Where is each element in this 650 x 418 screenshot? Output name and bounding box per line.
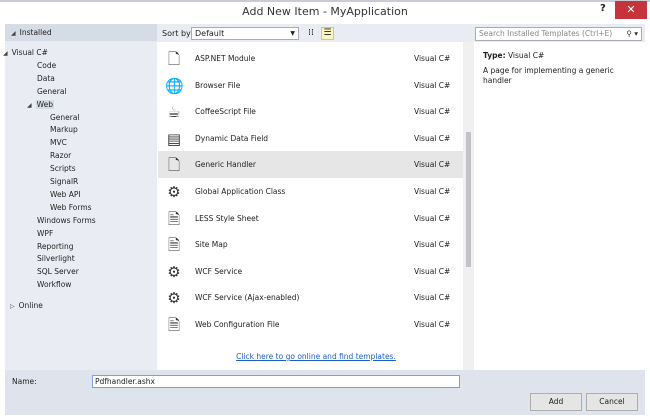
wcf-service-icon: ⚙ <box>167 262 181 281</box>
name-field[interactable]: Pdfhandler.ashx <box>92 375 460 388</box>
gear-file-icon: ⚙ <box>167 183 181 201</box>
online-templates-link[interactable]: Click here to go online and find templat… <box>158 352 474 361</box>
sort-dropdown[interactable]: Default ▼ <box>191 27 299 40</box>
coffee-cup-icon: ☕ <box>167 103 181 122</box>
tree-item[interactable]: ◢ Web <box>27 98 54 111</box>
tree-item[interactable]: Code <box>37 59 56 72</box>
name-label: Name: <box>12 377 37 386</box>
template-row[interactable]: ▤ Dynamic Data Field Visual C# <box>158 125 463 152</box>
tree-item[interactable]: General <box>37 85 67 98</box>
template-row[interactable]: 🗎 Web Configuration File Visual C# <box>158 311 463 338</box>
chevron-down-icon: ▼ <box>290 30 295 37</box>
tree-item[interactable]: WPF <box>37 227 53 240</box>
template-tree <box>5 24 157 370</box>
search-icon: ⚲ ▾ <box>626 29 638 38</box>
template-row[interactable]: 🗋 Generic Handler Visual C# <box>158 151 463 179</box>
tree-item[interactable]: Web Forms <box>50 201 92 214</box>
tree-item[interactable]: Workflow <box>37 278 71 291</box>
tree-item[interactable]: Silverlight <box>37 252 75 265</box>
list-view-icon[interactable]: ☰ <box>321 27 334 40</box>
tree-item[interactable]: MVC <box>50 136 67 149</box>
details-pane <box>475 42 645 370</box>
sort-label: Sort by: <box>162 29 193 38</box>
tree-installed-header[interactable]: ◢ Installed <box>5 24 157 41</box>
tree-item[interactable]: Windows Forms <box>37 214 96 227</box>
template-list: 🗋 ASP.NET Module Visual C# 🌐 Browser File Vis… <box>158 42 463 370</box>
tree-item[interactable]: General <box>50 111 80 124</box>
collapse-triangle-icon: ◢ <box>11 30 16 37</box>
template-type: Type: Visual C# <box>483 51 545 60</box>
add-button[interactable]: Add <box>530 393 582 411</box>
window-title: Add New Item - MyApplication <box>242 5 408 18</box>
scrollbar-thumb[interactable] <box>466 132 471 267</box>
stylesheet-icon: 🗎 <box>167 209 181 228</box>
close-button[interactable]: ✕ <box>615 1 647 19</box>
tree-online[interactable]: ▷ Online <box>10 299 43 312</box>
template-row[interactable]: 🗎 Site Map Visual C# <box>158 231 463 258</box>
tree-item[interactable]: Scripts <box>50 162 76 175</box>
template-row[interactable]: 🗋 ASP.NET Module Visual C# <box>158 45 463 72</box>
cancel-button[interactable]: Cancel <box>586 393 638 411</box>
tree-item[interactable]: Razor <box>50 149 71 162</box>
help-button[interactable]: ? <box>600 3 606 14</box>
template-row[interactable]: ⚙ WCF Service (Ajax-enabled) Visual C# <box>158 284 463 311</box>
tree-item[interactable]: ◢ Visual C# <box>3 46 48 59</box>
template-row[interactable]: 🌐 Browser File Visual C# <box>158 72 463 99</box>
tree-item[interactable]: SignalR <box>50 175 78 188</box>
collapse-triangle-icon: ◢ <box>27 101 32 109</box>
tree-item[interactable]: SQL Server <box>37 265 79 278</box>
tree-item[interactable]: Web API <box>50 188 81 201</box>
wcf-ajax-icon: ⚙ <box>167 289 181 308</box>
grid-view-icon[interactable]: ⁞⁞ <box>305 27 317 40</box>
expand-triangle-icon: ▷ <box>10 303 15 310</box>
data-field-icon: ▤ <box>166 129 182 148</box>
tree-item[interactable]: Markup <box>50 123 78 136</box>
config-file-icon: 🗎 <box>167 316 181 334</box>
template-row[interactable]: 🗎 LESS Style Sheet Visual C# <box>158 205 463 232</box>
tree-item[interactable]: Reporting <box>37 240 73 253</box>
template-description: A page for implementing a generic handle… <box>483 66 614 85</box>
globe-icon: 🌐 <box>165 76 184 95</box>
template-row[interactable]: ☕ CoffeeScript File Visual C# <box>158 98 463 125</box>
tree-item[interactable]: Data <box>37 72 55 85</box>
template-row[interactable]: ⚙ WCF Service Visual C# <box>158 258 463 285</box>
template-row[interactable]: ⚙ Global Application Class Visual C# <box>158 178 463 205</box>
collapse-triangle-icon: ◢ <box>3 50 8 57</box>
module-file-icon: 🗋 <box>167 50 181 68</box>
search-input[interactable]: Search Installed Templates (Ctrl+E) ⚲ ▾ <box>475 27 642 41</box>
handler-file-icon: 🗋 <box>167 156 181 175</box>
sitemap-icon: 🗎 <box>167 236 181 255</box>
